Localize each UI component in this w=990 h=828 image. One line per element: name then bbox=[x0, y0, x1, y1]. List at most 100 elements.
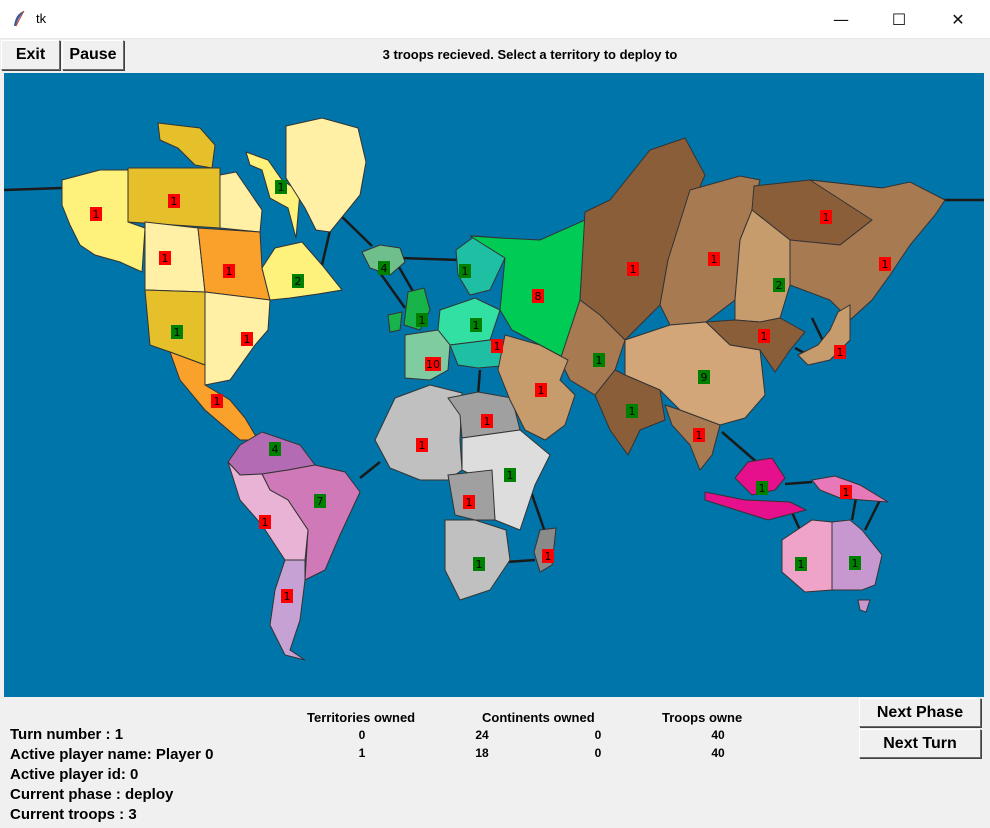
army-count: 2 bbox=[295, 275, 302, 288]
turn-number: Turn number : 1 bbox=[10, 726, 124, 743]
army-count: 1 bbox=[226, 265, 233, 278]
army-badge-east-africa[interactable]: 1 bbox=[504, 468, 516, 482]
army-badge-western-australia[interactable]: 1 bbox=[795, 557, 807, 571]
army-badge-yakutsk[interactable]: 1 bbox=[820, 210, 832, 224]
army-badge-siberia[interactable]: 1 bbox=[708, 252, 720, 266]
army-badge-south-africa[interactable]: 1 bbox=[473, 557, 485, 571]
army-badge-madagascar[interactable]: 1 bbox=[542, 549, 554, 563]
army-badge-irkutsk[interactable]: 2 bbox=[773, 278, 785, 292]
army-badge-new-guinea[interactable]: 1 bbox=[840, 485, 852, 499]
army-count: 1 bbox=[596, 354, 603, 367]
army-badge-brazil[interactable]: 7 bbox=[314, 494, 326, 508]
army-badge-ontario[interactable]: 1 bbox=[223, 264, 235, 278]
stats-cell: 1 bbox=[358, 746, 366, 760]
status-message: 3 troops recieved. Select a territory to… bbox=[382, 47, 678, 62]
army-badge-central-america[interactable]: 1 bbox=[211, 394, 223, 408]
army-count: 1 bbox=[843, 486, 850, 499]
army-badge-northern-europe[interactable]: 1 bbox=[470, 318, 482, 332]
army-count: 1 bbox=[823, 211, 830, 224]
army-count: 1 bbox=[759, 482, 766, 495]
army-count: 1 bbox=[852, 557, 859, 570]
army-badge-japan[interactable]: 1 bbox=[834, 345, 846, 359]
army-count: 1 bbox=[473, 319, 480, 332]
army-badge-indonesia[interactable]: 1 bbox=[756, 481, 768, 495]
army-count: 1 bbox=[93, 208, 100, 221]
army-count: 1 bbox=[696, 429, 703, 442]
army-badge-western-us[interactable]: 1 bbox=[171, 325, 183, 339]
army-badge-greenland[interactable]: 1 bbox=[275, 180, 287, 194]
army-count: 1 bbox=[244, 333, 251, 346]
army-badge-western-europe[interactable]: 10 bbox=[425, 357, 441, 371]
stats-cell: 40 bbox=[711, 746, 725, 760]
army-badge-eastern-us[interactable]: 1 bbox=[241, 332, 253, 346]
army-count: 1 bbox=[484, 415, 491, 428]
army-count: 1 bbox=[214, 395, 221, 408]
stats-cell: 0 bbox=[594, 728, 602, 742]
minimize-button[interactable]: — bbox=[812, 0, 870, 38]
army-count: 1 bbox=[419, 439, 426, 452]
army-count: 1 bbox=[507, 469, 514, 482]
army-badge-argentina[interactable]: 1 bbox=[281, 589, 293, 603]
info-panel: Turn number : 1 Active player name: Play… bbox=[0, 698, 990, 828]
army-badge-egypt[interactable]: 1 bbox=[481, 414, 493, 428]
troops-owned-header: Troops owne bbox=[662, 710, 743, 725]
stats-cell: 24 bbox=[475, 728, 489, 742]
army-badge-eastern-australia[interactable]: 1 bbox=[849, 556, 861, 570]
army-badge-great-britain[interactable]: 1 bbox=[416, 313, 428, 327]
army-badge-southern-europe[interactable]: 1 bbox=[491, 339, 503, 353]
army-badge-northwest-territory[interactable]: 1 bbox=[168, 194, 180, 208]
army-badge-congo[interactable]: 1 bbox=[463, 495, 475, 509]
army-count: 1 bbox=[798, 558, 805, 571]
army-badge-ural[interactable]: 1 bbox=[627, 262, 639, 276]
army-count: 4 bbox=[272, 443, 279, 456]
army-count: 1 bbox=[462, 265, 469, 278]
army-count: 1 bbox=[837, 346, 844, 359]
army-badge-middle-east[interactable]: 1 bbox=[535, 383, 547, 397]
pause-button[interactable]: Pause bbox=[62, 40, 124, 70]
current-troops: Current troops : 3 bbox=[10, 806, 137, 823]
army-badge-ukraine[interactable]: 8 bbox=[532, 289, 544, 303]
army-badge-iceland[interactable]: 4 bbox=[378, 261, 390, 275]
territories-owned-header: Territories owned bbox=[307, 710, 416, 725]
active-player-name: Active player name: Player 0 bbox=[10, 746, 214, 763]
army-count: 1 bbox=[466, 496, 473, 509]
world-map[interactable]: 1 1 1 1 1 2 1 1 1 4 1 1 1 10 1 8 1 1 1 1 2 1 1 1 9 1 1 1 4 7 1 1 1 1 1 1 1 1 1… bbox=[4, 73, 984, 697]
stats-cell: 40 bbox=[711, 728, 725, 742]
army-badge-peru[interactable]: 1 bbox=[259, 515, 271, 529]
army-badge-afghanistan[interactable]: 1 bbox=[593, 353, 605, 367]
army-count: 1 bbox=[545, 550, 552, 563]
army-badge-quebec[interactable]: 2 bbox=[292, 274, 304, 288]
army-count: 9 bbox=[701, 371, 708, 384]
army-badge-mongolia[interactable]: 1 bbox=[758, 329, 770, 343]
australia bbox=[704, 457, 889, 613]
army-badge-scandinavia[interactable]: 1 bbox=[459, 264, 471, 278]
army-count: 1 bbox=[630, 263, 637, 276]
army-count: 2 bbox=[776, 279, 783, 292]
army-count: 1 bbox=[162, 252, 169, 265]
army-count: 4 bbox=[381, 262, 388, 275]
army-badge-kamchatka[interactable]: 1 bbox=[879, 257, 891, 271]
army-count: 1 bbox=[278, 181, 285, 194]
maximize-button[interactable]: ☐ bbox=[870, 0, 928, 38]
army-badge-north-africa[interactable]: 1 bbox=[416, 438, 428, 452]
north-america bbox=[61, 117, 367, 441]
army-count: 1 bbox=[629, 405, 636, 418]
army-count: 1 bbox=[711, 253, 718, 266]
army-count: 1 bbox=[262, 516, 269, 529]
army-count: 1 bbox=[761, 330, 768, 343]
next-turn-button[interactable]: Next Turn bbox=[859, 729, 981, 758]
army-badge-venezuela[interactable]: 4 bbox=[269, 442, 281, 456]
close-button[interactable]: ✕ bbox=[929, 0, 987, 38]
army-badge-alaska[interactable]: 1 bbox=[90, 207, 102, 221]
army-badge-china[interactable]: 9 bbox=[698, 370, 710, 384]
army-badge-india[interactable]: 1 bbox=[626, 404, 638, 418]
army-badge-alberta[interactable]: 1 bbox=[159, 251, 171, 265]
next-phase-button[interactable]: Next Phase bbox=[859, 698, 981, 727]
window-titlebar: tk — ☐ ✕ bbox=[0, 0, 990, 39]
active-player-id: Active player id: 0 bbox=[10, 766, 139, 783]
army-count: 10 bbox=[426, 358, 440, 371]
exit-button[interactable]: Exit bbox=[1, 40, 60, 70]
window-title: tk bbox=[36, 11, 47, 26]
army-badge-siam[interactable]: 1 bbox=[693, 428, 705, 442]
army-count: 1 bbox=[174, 326, 181, 339]
